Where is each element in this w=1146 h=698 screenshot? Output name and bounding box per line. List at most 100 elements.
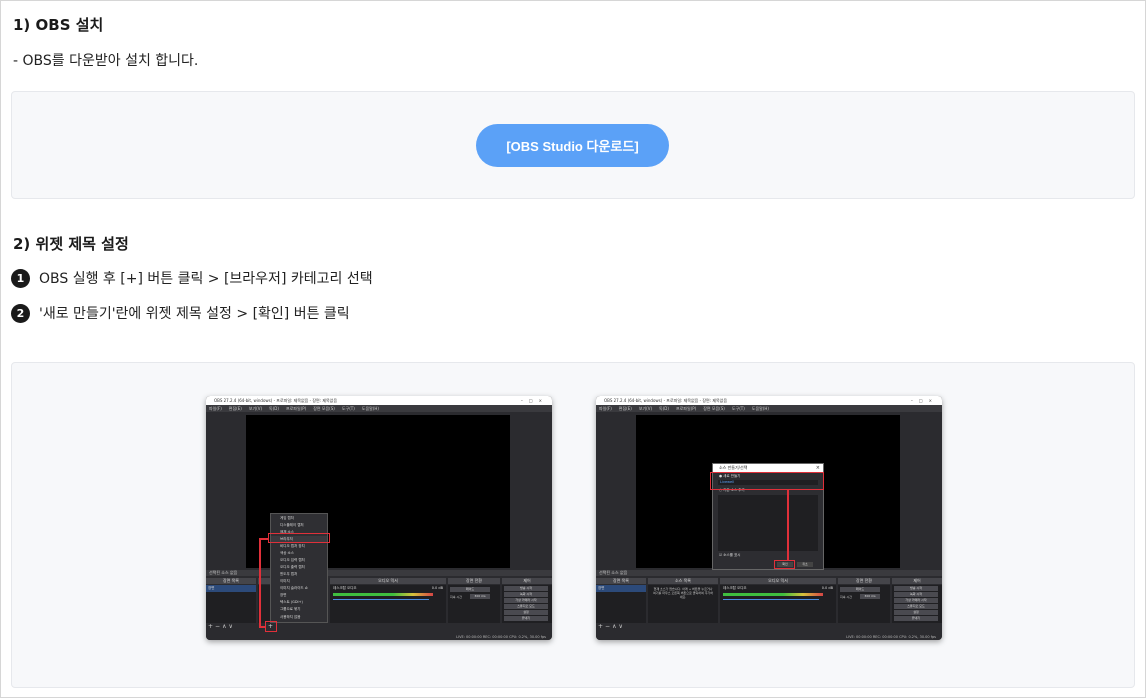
remove-icon[interactable]: − [605, 623, 612, 630]
add-source-context-menu: 게임 캡처 디스플레이 캡처 매체 소스 브라우저 비디오 캡처 장치 색상 소… [270, 513, 328, 623]
ctx-menu-item[interactable]: 오디오 출력 캡처 [271, 564, 327, 570]
scene-toolbar: +−∧∨ [208, 623, 235, 630]
start-streaming-button[interactable]: 방송 시작 [894, 586, 938, 591]
make-visible-label: 소스를 표시 [723, 553, 741, 557]
volume-slider[interactable] [723, 599, 819, 600]
dialog-title: 소스 만들기/선택 [713, 464, 823, 472]
menu-item: 파일(F) [599, 406, 612, 411]
start-streaming-button[interactable]: 방송 시작 [504, 586, 548, 591]
close-icon[interactable]: × [816, 464, 820, 472]
dock-controls-header: 제어 [502, 578, 552, 584]
start-virtual-camera-button[interactable]: 가상 카메라 시작 [504, 598, 548, 603]
start-virtual-camera-button[interactable]: 가상 카메라 시작 [894, 598, 938, 603]
add-icon[interactable]: + [208, 623, 215, 630]
dock-scenes-header: 장면 목록 [596, 578, 646, 584]
section1-description: - OBS를 다운받아 설치 합니다. [13, 53, 199, 69]
studio-mode-button[interactable]: 스튜디오 모드 [504, 604, 548, 609]
start-recording-button[interactable]: 녹화 시작 [504, 592, 548, 597]
obs-download-button[interactable]: [OBS Studio 다운로드] [476, 124, 669, 167]
dialog-cancel-button[interactable]: 취소 [797, 562, 813, 567]
ctx-menu-item[interactable]: 오디오 입력 캡처 [271, 557, 327, 563]
source-list: 현재 소스가 없습니다. 아래 + 버튼을 누르거나 여기를 마우스 오른쪽 버… [648, 585, 718, 623]
ctx-menu-item[interactable]: 그룹으로 묶기 [271, 606, 327, 612]
scene-transitions: 페이드 지속 시간 300 ms [838, 585, 890, 623]
controls-panel: 방송 시작 녹화 시작 가상 카메라 시작 스튜디오 모드 설정 끝내기 [502, 585, 552, 623]
volume-slider[interactable] [333, 599, 429, 600]
window-titlebar: OBS 27.2.4 (64-bit, windows) - 프로파일: 제목없… [596, 396, 942, 405]
window-titlebar: OBS 27.2.4 (64-bit, windows) - 프로파일: 제목없… [206, 396, 552, 405]
scene-transitions: 페이드 지속 시간 300 ms [448, 585, 500, 623]
ctx-menu-item[interactable]: 사용하지 않음 [271, 614, 327, 620]
obs-screenshot-add-source: OBS 27.2.4 (64-bit, windows) - 프로파일: 제목없… [206, 396, 552, 640]
ctx-menu-item[interactable]: 디스플레이 캡처 [271, 522, 327, 528]
make-visible-checkbox[interactable]: ☑ 소스를 표시 [719, 553, 740, 558]
step-1: 1 OBS 실행 후 [+] 버튼 클릭 > [브라우저] 카테고리 선택 [11, 268, 373, 288]
menu-item: 보기(V) [638, 406, 653, 411]
ctx-menu-item[interactable]: 윈도우 캡처 [271, 571, 327, 577]
ctx-menu-item[interactable]: 텍스트 (GDI+) [271, 599, 327, 605]
menu-item: 도구(T) [341, 406, 355, 411]
mixer-label: 데스크탑 오디오 [333, 586, 357, 590]
highlight-connector [259, 538, 261, 627]
dock-sources-header: 소스 목록 [648, 578, 718, 584]
window-controls: –□× [520, 398, 548, 403]
menu-item: 도움말(H) [751, 406, 769, 411]
scene-list: 장면 [206, 585, 256, 623]
menu-item: 파일(F) [209, 406, 222, 411]
transition-duration-label: 지속 시간 [840, 595, 852, 599]
dock-title-bar: 선택된 소스 없음 [206, 570, 552, 576]
mixer-db: 0.0 dB [431, 586, 443, 590]
exit-button[interactable]: 끝내기 [504, 616, 548, 621]
audio-mixer: 데스크탑 오디오 0.0 dB [720, 585, 836, 623]
dock-mixer-header: 오디오 믹서 [330, 578, 446, 584]
remove-icon[interactable]: − [215, 623, 222, 630]
transition-duration-input[interactable]: 300 ms [860, 594, 880, 599]
window-controls: –□× [910, 398, 938, 403]
ctx-menu-item[interactable]: 게임 캡처 [271, 515, 327, 521]
window-title: OBS 27.2.4 (64-bit, windows) - 프로파일: 제목없… [604, 398, 728, 403]
ctx-menu-item[interactable]: 이미지 슬라이드 쇼 [271, 585, 327, 591]
ctx-menu-item[interactable]: 비디오 캡처 장치 [271, 543, 327, 549]
step-text: '새로 만들기'란에 위젯 제목 설정 > [확인] 버튼 클릭 [39, 306, 350, 322]
mixer-level-bar [333, 593, 433, 596]
dock-title-bar: 선택된 소스 없음 [596, 570, 942, 576]
menu-item: 편집(E) [228, 406, 242, 411]
existing-source-list [718, 495, 818, 551]
menu-item: 도구(T) [731, 406, 745, 411]
ctx-menu-item[interactable]: 장면 [271, 592, 327, 598]
down-icon[interactable]: ∨ [618, 623, 624, 630]
ctx-menu-item[interactable]: 색상 소스 [271, 550, 327, 556]
dock-mixer-header: 오디오 믹서 [720, 578, 836, 584]
scene-item: 장면 [596, 585, 646, 592]
status-bar: LIVE: 00:00:00 REC: 00:00:00 CPU: 0.2%, … [206, 634, 552, 640]
mixer-label: 데스크탑 오디오 [723, 586, 747, 590]
start-recording-button[interactable]: 녹화 시작 [894, 592, 938, 597]
menu-item: 장면 모음(S) [703, 406, 725, 411]
studio-mode-button[interactable]: 스튜디오 모드 [894, 604, 938, 609]
menu-item: 장면 모음(S) [313, 406, 335, 411]
controls-panel: 방송 시작 녹화 시작 가상 카메라 시작 스튜디오 모드 설정 끝내기 [892, 585, 942, 623]
highlight-new-source [710, 472, 824, 490]
settings-button[interactable]: 설정 [894, 610, 938, 615]
menu-item: 독(D) [659, 406, 669, 411]
menu-bar: 파일(F) 편집(E) 보기(V) 독(D) 프로파일(P) 장면 모음(S) 도구(T) 도… [596, 405, 942, 412]
highlight-add-button [265, 621, 277, 632]
highlight-ok-button [774, 560, 795, 569]
scene-toolbar: +−∧∨ [598, 623, 625, 630]
dock-scenes-header: 장면 목록 [206, 578, 256, 584]
scene-item: 장면 [206, 585, 256, 592]
transition-select[interactable]: 페이드 [840, 587, 880, 592]
transition-select[interactable]: 페이드 [450, 587, 490, 592]
transition-duration-input[interactable]: 300 ms [470, 594, 490, 599]
menu-bar: 파일(F) 편집(E) 보기(V) 독(D) 프로파일(P) 장면 모음(S) 도구(T) 도… [206, 405, 552, 412]
menu-item: 보기(V) [248, 406, 263, 411]
mixer-level-bar [723, 593, 823, 596]
add-icon[interactable]: + [598, 623, 605, 630]
settings-button[interactable]: 설정 [504, 610, 548, 615]
dock-transitions-header: 장면 전환 [838, 578, 890, 584]
down-icon[interactable]: ∨ [228, 623, 234, 630]
scene-list: 장면 [596, 585, 646, 623]
ctx-menu-item[interactable]: 이미지 [271, 578, 327, 584]
exit-button[interactable]: 끝내기 [894, 616, 938, 621]
mixer-db: 0.0 dB [821, 586, 833, 590]
